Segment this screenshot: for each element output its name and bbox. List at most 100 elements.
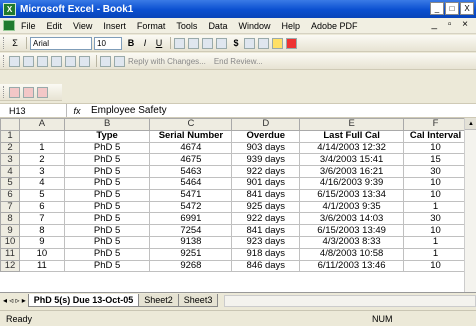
minimize-button[interactable]: _ — [430, 2, 444, 15]
tab-phd5-due[interactable]: PhD 5(s) Due 13-Oct-05 — [27, 294, 140, 307]
cell[interactable]: PhD 5 — [63, 235, 151, 249]
cell[interactable]: 925 days — [231, 200, 301, 214]
workbook-window-controls[interactable]: _ ▫ × — [431, 19, 472, 30]
cell[interactable]: PhD 5 — [63, 200, 151, 214]
cell[interactable]: Serial Number — [149, 129, 233, 143]
align-left-icon[interactable] — [174, 37, 185, 49]
menu-help[interactable]: Help — [281, 21, 300, 31]
font-size-select[interactable]: 10 — [94, 36, 122, 50]
select-all-corner[interactable] — [0, 118, 20, 131]
cell[interactable]: 8 — [18, 224, 65, 237]
mail-recipient-icon[interactable] — [114, 55, 125, 67]
cell[interactable]: 5 — [18, 188, 65, 202]
merge-center-icon[interactable] — [216, 37, 227, 49]
cell[interactable]: 4674 — [149, 141, 233, 155]
toolbar-grip[interactable] — [3, 55, 6, 67]
column-header-f[interactable]: F — [403, 118, 468, 131]
cell[interactable]: 6/15/2003 13:49 — [299, 224, 405, 237]
row-header[interactable]: 8 — [0, 212, 20, 226]
cell[interactable]: 7254 — [149, 224, 233, 237]
cell[interactable]: 9138 — [149, 235, 233, 249]
cell[interactable]: PhD 5 — [63, 247, 151, 261]
insert-function-icon[interactable]: fx — [67, 106, 87, 116]
cell[interactable]: 3/4/2003 15:41 — [299, 153, 405, 167]
row-header[interactable]: 5 — [0, 176, 20, 190]
cell[interactable]: 923 days — [231, 235, 301, 249]
menu-data[interactable]: Data — [208, 21, 227, 31]
cell[interactable]: 1 — [403, 235, 468, 249]
end-review-button[interactable]: End Review... — [214, 57, 263, 66]
cell[interactable]: Last Full Cal — [299, 129, 405, 143]
currency-button[interactable]: $ — [230, 37, 242, 50]
scroll-up-icon[interactable]: ▲ — [465, 118, 476, 130]
menu-format[interactable]: Format — [137, 21, 166, 31]
cell[interactable]: PhD 5 — [63, 212, 151, 226]
cell[interactable]: 3/6/2003 14:03 — [299, 212, 405, 226]
cell[interactable]: 6/11/2003 13:46 — [299, 259, 405, 273]
cell[interactable]: 1 — [403, 200, 468, 214]
row-header[interactable]: 11 — [0, 247, 20, 261]
column-header-e[interactable]: E — [299, 118, 405, 131]
cell[interactable]: 4/16/2003 9:39 — [299, 176, 405, 190]
cell[interactable]: 922 days — [231, 165, 301, 178]
cell[interactable] — [18, 129, 65, 143]
show-all-comments-icon[interactable] — [65, 55, 76, 67]
track-changes-icon[interactable] — [100, 55, 111, 67]
cell[interactable]: PhD 5 — [63, 165, 151, 178]
italic-button[interactable]: I — [139, 37, 151, 50]
cell[interactable]: 9251 — [149, 247, 233, 261]
column-header-d[interactable]: D — [231, 118, 301, 131]
column-header-c[interactable]: C — [149, 118, 233, 131]
tab-sheet2[interactable]: Sheet2 — [138, 294, 179, 307]
cell[interactable]: 5464 — [149, 176, 233, 190]
toolbar-grip[interactable] — [3, 37, 6, 49]
tab-scroll-buttons[interactable]: ◂ ◃ ▹ ▸ — [3, 296, 26, 305]
autosum-button[interactable]: Σ — [9, 37, 21, 50]
cell[interactable]: 1 — [18, 141, 65, 155]
cell[interactable]: 918 days — [231, 247, 301, 261]
borders-icon[interactable] — [258, 37, 269, 49]
cell[interactable]: 841 days — [231, 224, 301, 237]
cell[interactable]: PhD 5 — [63, 259, 151, 273]
convert-to-pdf-icon[interactable] — [9, 86, 20, 98]
menu-insert[interactable]: Insert — [103, 21, 126, 31]
cell[interactable]: 5471 — [149, 188, 233, 202]
cell[interactable]: Type — [63, 129, 151, 143]
cell[interactable]: 841 days — [231, 188, 301, 202]
cell[interactable]: 4/3/2003 8:33 — [299, 235, 405, 249]
cell[interactable]: 10 — [403, 224, 468, 237]
row-header[interactable]: 7 — [0, 200, 20, 214]
cell[interactable]: 939 days — [231, 153, 301, 167]
cell[interactable]: 6/15/2003 13:34 — [299, 188, 405, 202]
cell[interactable]: PhD 5 — [63, 153, 151, 167]
cell[interactable]: 10 — [18, 247, 65, 261]
cell[interactable]: 9268 — [149, 259, 233, 273]
cell[interactable]: 10 — [403, 259, 468, 273]
underline-button[interactable]: U — [153, 37, 165, 50]
cell[interactable]: 10 — [403, 188, 468, 202]
cell[interactable]: 30 — [403, 165, 468, 178]
horizontal-scrollbar[interactable] — [224, 294, 476, 307]
column-header-a[interactable]: A — [18, 118, 65, 131]
align-center-icon[interactable] — [188, 37, 199, 49]
row-header[interactable]: 2 — [0, 141, 20, 155]
menu-edit[interactable]: Edit — [47, 21, 63, 31]
cell[interactable]: PhD 5 — [63, 224, 151, 237]
cell[interactable]: 7 — [18, 212, 65, 226]
cell[interactable]: 10 — [403, 141, 468, 155]
menu-window[interactable]: Window — [238, 21, 270, 31]
cell[interactable]: 6 — [18, 200, 65, 214]
row-header[interactable]: 6 — [0, 188, 20, 202]
cell[interactable]: 901 days — [231, 176, 301, 190]
cell[interactable]: 11 — [18, 259, 65, 273]
cell[interactable]: 9 — [18, 235, 65, 249]
cell[interactable]: 2 — [18, 153, 65, 167]
cell[interactable]: 922 days — [231, 212, 301, 226]
cell[interactable]: PhD 5 — [63, 188, 151, 202]
close-button[interactable]: X — [460, 2, 474, 15]
cell[interactable]: 3/6/2003 16:21 — [299, 165, 405, 178]
cell[interactable]: 15 — [403, 153, 468, 167]
cell[interactable]: 6991 — [149, 212, 233, 226]
menu-view[interactable]: View — [73, 21, 92, 31]
cell[interactable]: 903 days — [231, 141, 301, 155]
